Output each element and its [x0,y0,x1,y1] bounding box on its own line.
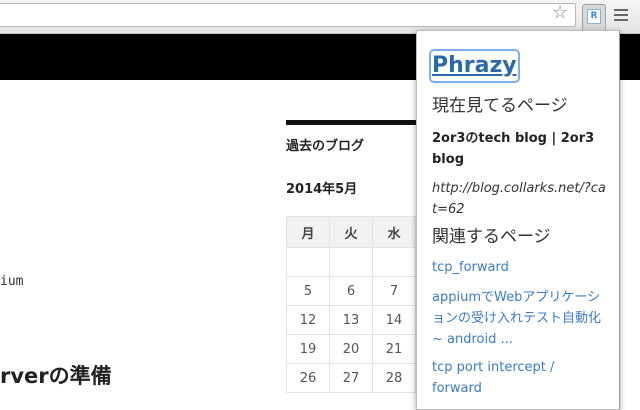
calendar-caption: 2014年5月 [286,182,358,197]
calendar-cell: 13 [329,305,373,335]
code-fragment: ium [0,274,24,289]
calendar-cell: 27 [329,363,373,393]
phrazy-popup: Phrazy 現在見てるページ 2or3のtech blog | 2or3 bl… [416,30,620,410]
calendar-cell [372,247,416,277]
calendar-cell: 6 [329,276,373,306]
bookmark-star-icon[interactable]: ☆ [552,4,568,22]
related-pages-heading: 関連するページ [432,227,551,247]
calendar-cell: 12 [286,305,330,335]
calendar-cell: 21 [372,334,416,364]
browser-toolbar: ☆ R [0,0,640,34]
current-page-url: http://blog.collarks.net/?cat=62 [432,181,606,217]
calendar-cell: 14 [372,305,416,335]
calendar-header-mon: 月 [286,216,330,248]
popup-title-link[interactable]: Phrazy [429,49,520,83]
sidebar-divider [286,120,422,125]
current-page-heading: 現在見てるページ [432,96,568,116]
post-heading-fragment: rverの準備 [0,364,112,388]
calendar-cell: 28 [372,363,416,393]
related-link[interactable]: appiumでWebアプリケーションの受け入れテスト自動化 ~ android … [432,287,608,350]
address-bar[interactable] [0,3,576,27]
phrazy-extension-button[interactable]: R [582,4,606,30]
calendar-header-wed: 水 [372,216,416,248]
archive-calendar: 月 火 水 5 6 7 12 13 14 19 20 21 26 27 28 [286,216,416,393]
calendar-cell: 20 [329,334,373,364]
hamburger-menu-icon[interactable] [614,9,628,24]
calendar-cell [286,247,330,277]
calendar-cell: 7 [372,276,416,306]
current-page-title: 2or3のtech blog | 2or3 blog [432,131,595,167]
calendar-cell: 5 [286,276,330,306]
related-link[interactable]: tcp port intercept / forward [432,357,608,399]
phrazy-extension-icon: R [587,9,601,24]
calendar-header-tue: 火 [329,216,373,248]
sidebar-title: 過去のブログ [286,139,365,154]
related-link[interactable]: tcp_forward [432,257,608,278]
calendar-cell: 26 [286,363,330,393]
calendar-cell: 19 [286,334,330,364]
calendar-cell [329,247,373,277]
